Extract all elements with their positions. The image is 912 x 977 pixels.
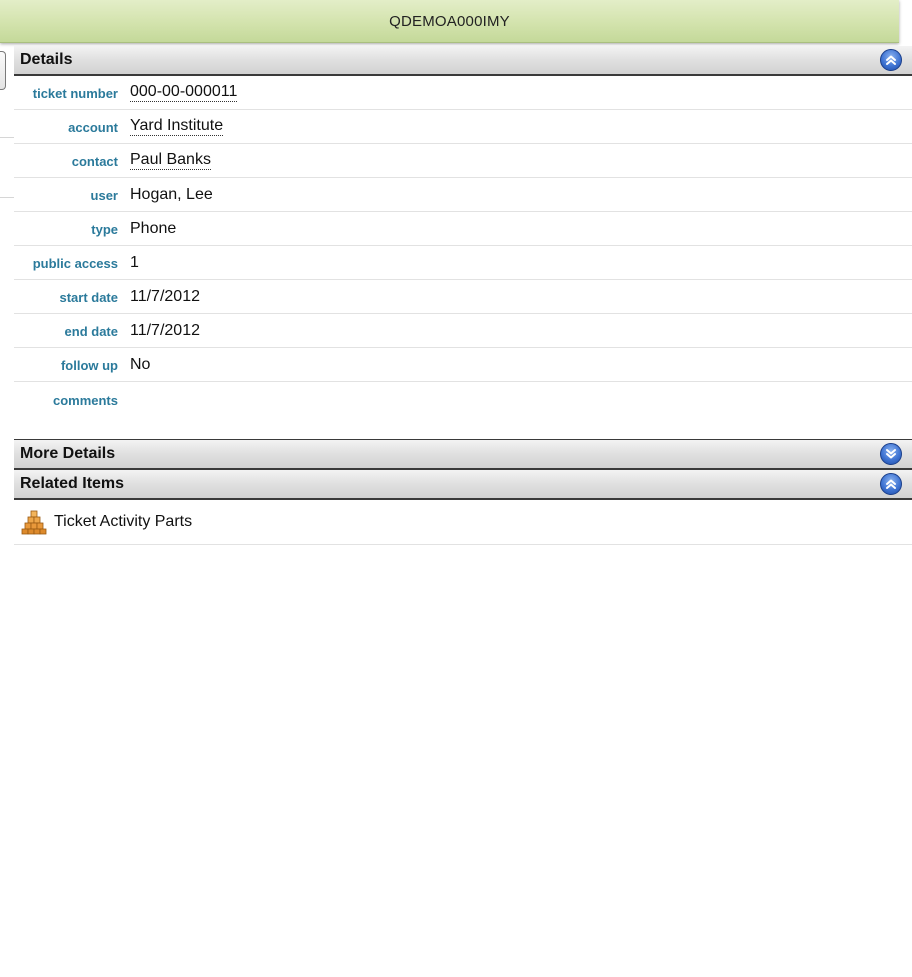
field-value: 11/7/2012 <box>130 321 200 339</box>
field-value: No <box>130 355 151 373</box>
section-title: Related Items <box>20 475 125 492</box>
section-header-details[interactable]: Details <box>14 46 912 76</box>
field-row-contact: contact Paul Banks <box>14 144 912 178</box>
divider <box>0 197 14 198</box>
expand-down-icon[interactable] <box>880 443 902 465</box>
field-row-comments: comments <box>14 382 912 439</box>
field-value: 1 <box>130 253 139 271</box>
field-label: follow up <box>60 358 118 373</box>
main-content: Details ticket number 000-00-000011 acco… <box>14 46 912 545</box>
field-value: 11/7/2012 <box>130 287 200 305</box>
divider <box>0 137 14 138</box>
field-row-public-access: public access 1 <box>14 246 912 280</box>
field-label: account <box>68 120 118 135</box>
section-title: More Details <box>20 445 116 462</box>
field-row-type: type Phone <box>14 212 912 246</box>
field-value: Hogan, Lee <box>130 185 213 203</box>
related-item-label: Ticket Activity Parts <box>54 513 193 530</box>
field-label: ticket number <box>32 86 118 101</box>
field-row-start-date: start date 11/7/2012 <box>14 280 912 314</box>
field-label: public access <box>32 256 118 271</box>
ticket-number-link[interactable]: 000-00-000011 <box>130 83 238 102</box>
boxes-stack-icon <box>21 509 47 535</box>
related-item-ticket-activity-parts[interactable]: Ticket Activity Parts <box>14 500 912 545</box>
field-row-follow-up: follow up No <box>14 348 912 382</box>
field-label: end date <box>64 324 118 339</box>
field-row-account: account Yard Institute <box>14 110 912 144</box>
collapse-up-icon[interactable] <box>880 473 902 495</box>
field-label: type <box>91 222 118 237</box>
field-row-ticket-number: ticket number 000-00-000011 <box>14 76 912 110</box>
title-bar: QDEMOA000IMY <box>0 0 899 43</box>
field-label: comments <box>52 393 118 408</box>
field-row-end-date: end date 11/7/2012 <box>14 314 912 348</box>
section-header-related-items[interactable]: Related Items <box>14 470 912 500</box>
left-panel-tab[interactable] <box>0 51 6 90</box>
left-panel-edge <box>0 44 14 244</box>
field-value: Phone <box>130 219 177 237</box>
field-label: start date <box>59 290 118 305</box>
field-label: user <box>90 188 118 203</box>
field-row-user: user Hogan, Lee <box>14 178 912 212</box>
section-title: Details <box>20 51 73 68</box>
section-header-more-details[interactable]: More Details <box>14 439 912 470</box>
field-label: contact <box>71 154 118 169</box>
contact-link[interactable]: Paul Banks <box>130 151 211 170</box>
account-link[interactable]: Yard Institute <box>130 117 224 136</box>
details-fields: ticket number 000-00-000011 account Yard… <box>14 76 912 439</box>
page-title: QDEMOA000IMY <box>389 12 510 30</box>
collapse-up-icon[interactable] <box>880 49 902 71</box>
